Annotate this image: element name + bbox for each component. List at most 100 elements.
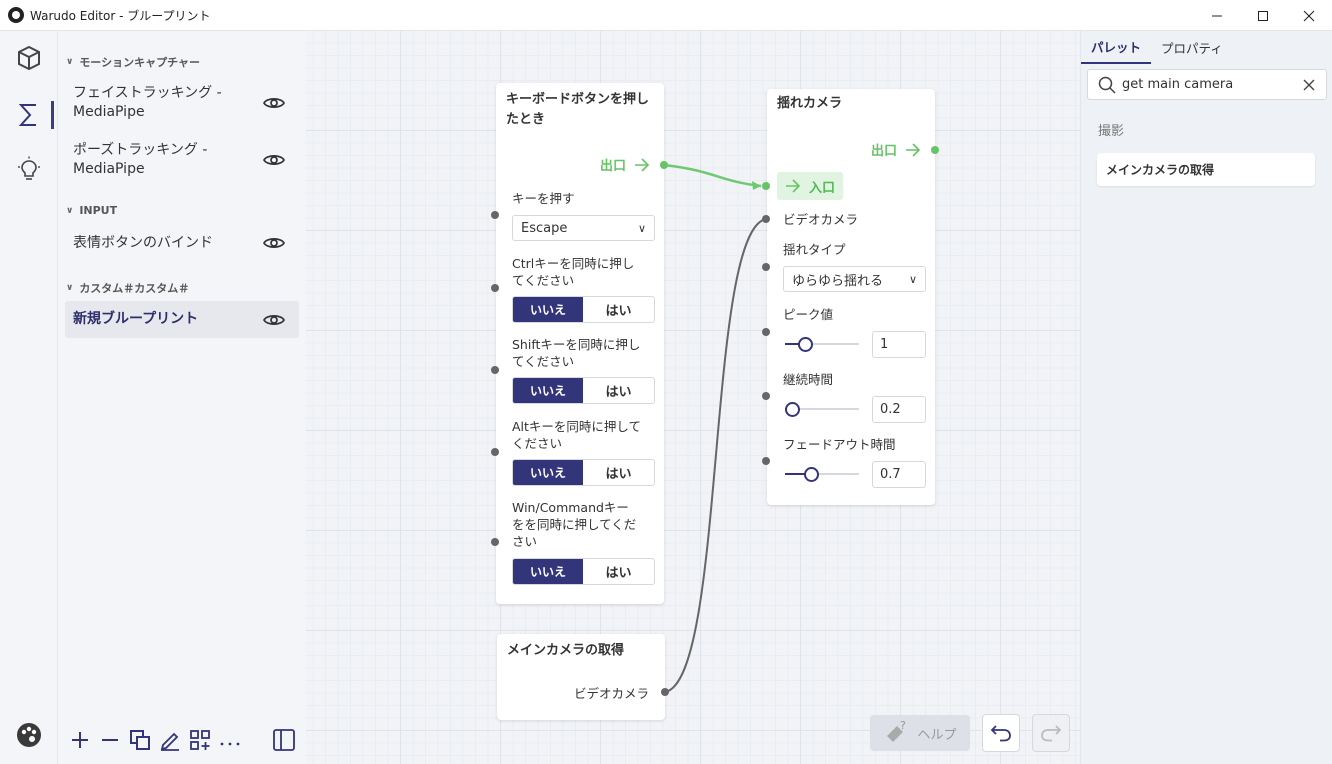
exit-port[interactable] bbox=[660, 161, 668, 169]
panel-tabs: パレット プロパティ bbox=[1081, 31, 1332, 64]
title-bar: Warudo Editor - ブループリント bbox=[0, 0, 1332, 31]
help-icon: ? bbox=[887, 720, 906, 742]
rail-blueprint-button[interactable] bbox=[0, 91, 58, 139]
blueprint-sidebar: ∨ モーションキャプチャー フェイストラッキング - MediaPipe ポーズ… bbox=[58, 31, 306, 764]
redo-button[interactable] bbox=[1032, 714, 1070, 752]
close-window-button[interactable] bbox=[1286, 0, 1332, 31]
duration-input-port[interactable] bbox=[762, 392, 770, 400]
toggle-no-option[interactable]: いいえ bbox=[513, 559, 583, 584]
shake-type-input-port[interactable] bbox=[762, 263, 770, 271]
sidebar-item-expression-binding[interactable]: 表情ボタンのバインド bbox=[65, 229, 299, 257]
fade-field-label: フェードアウト時間 bbox=[783, 437, 896, 452]
shift-input-port[interactable] bbox=[491, 366, 499, 374]
node-shake-camera[interactable]: 揺れカメラ 出口 入口 ビデオカメラ 揺れタイプ ゆらゆら揺れる ∨ ピーク値 … bbox=[767, 89, 935, 505]
node-title: メインカメラの取得 bbox=[507, 643, 625, 658]
rail-scene-button[interactable] bbox=[0, 34, 58, 82]
duration-value-input[interactable]: 0.2 bbox=[872, 396, 926, 423]
tab-palette[interactable]: パレット bbox=[1081, 31, 1152, 64]
alt-input-port[interactable] bbox=[491, 448, 499, 456]
toggle-yes-option[interactable]: はい bbox=[583, 460, 654, 485]
toggle-yes-option[interactable]: はい bbox=[583, 297, 654, 322]
undo-button[interactable] bbox=[982, 714, 1020, 752]
slider-knob[interactable] bbox=[785, 402, 800, 417]
duplicate-button[interactable] bbox=[128, 728, 152, 752]
more-button[interactable] bbox=[218, 728, 242, 752]
blueprint-canvas[interactable]: キーボードボタンを押したとき 出口 キーを押す Escape ∨ Ctrlキーを… bbox=[306, 31, 1080, 764]
camera-output-label: ビデオカメラ bbox=[573, 686, 649, 701]
toggle-yes-option[interactable]: はい bbox=[583, 378, 654, 403]
win-toggle[interactable]: いいえ はい bbox=[512, 558, 655, 585]
svg-text:?: ? bbox=[900, 720, 906, 732]
key-input-port[interactable] bbox=[491, 211, 499, 219]
toggle-yes-option[interactable]: はい bbox=[583, 559, 654, 584]
lightbulb-icon bbox=[18, 156, 40, 180]
fade-slider[interactable] bbox=[785, 464, 859, 484]
rail-settings-button[interactable] bbox=[0, 711, 58, 759]
panel-icon bbox=[273, 729, 295, 751]
enter-port[interactable] bbox=[762, 182, 770, 190]
node-get-main-camera[interactable]: メインカメラの取得 ビデオカメラ bbox=[497, 634, 665, 720]
camera-field-label: ビデオカメラ bbox=[783, 212, 859, 227]
slider-knob[interactable] bbox=[804, 467, 820, 482]
node-keyboard-pressed[interactable]: キーボードボタンを押したとき 出口 キーを押す Escape ∨ Ctrlキーを… bbox=[496, 83, 664, 604]
sidebar-item-face-tracking[interactable]: フェイストラッキング - MediaPipe bbox=[65, 83, 299, 123]
sidebar-item-label: ポーズトラッキング - MediaPipe bbox=[73, 142, 208, 177]
exit-flow-output: 出口 bbox=[600, 155, 650, 174]
ctrl-toggle[interactable]: いいえ はい bbox=[512, 296, 655, 323]
peak-field-label: ピーク値 bbox=[783, 307, 834, 322]
section-header-input[interactable]: ∨ INPUT bbox=[66, 204, 117, 217]
key-select[interactable]: Escape ∨ bbox=[512, 215, 655, 241]
peak-slider[interactable] bbox=[785, 334, 859, 354]
toggle-no-option[interactable]: いいえ bbox=[513, 378, 583, 403]
minimize-button[interactable] bbox=[1194, 0, 1240, 31]
chevron-down-icon: ∨ bbox=[66, 205, 74, 216]
eye-icon[interactable] bbox=[263, 312, 285, 328]
sidebar-item-label: フェイストラッキング - MediaPipe bbox=[73, 85, 222, 120]
eye-icon[interactable] bbox=[263, 95, 285, 111]
sidebar-item-pose-tracking[interactable]: ポーズトラッキング - MediaPipe bbox=[65, 140, 299, 180]
shift-toggle[interactable]: いいえ はい bbox=[512, 377, 655, 404]
help-button[interactable]: ? ヘルプ bbox=[870, 715, 970, 751]
add-grid-button[interactable] bbox=[188, 728, 212, 752]
fade-value-input[interactable]: 0.7 bbox=[872, 461, 926, 488]
exit-port[interactable] bbox=[931, 146, 939, 154]
win-input-port[interactable] bbox=[491, 538, 499, 546]
add-button[interactable] bbox=[68, 728, 92, 752]
search-input[interactable] bbox=[1122, 77, 1292, 92]
enter-label: 入口 bbox=[809, 180, 836, 196]
shake-type-label: 揺れタイプ bbox=[783, 242, 846, 257]
app-logo-icon bbox=[8, 7, 24, 23]
section-header-custom[interactable]: ∨ カスタム＃カスタム＃ bbox=[66, 280, 189, 296]
clear-search-icon[interactable] bbox=[1303, 79, 1315, 91]
peak-input-port[interactable] bbox=[762, 328, 770, 336]
redo-icon bbox=[1041, 725, 1062, 742]
slider-knob[interactable] bbox=[797, 337, 813, 352]
alt-toggle[interactable]: いいえ はい bbox=[512, 459, 655, 486]
alt-field-label: Altキーを同時に押してください bbox=[512, 419, 642, 451]
camera-output-port[interactable] bbox=[661, 688, 669, 696]
toggle-no-option[interactable]: いいえ bbox=[513, 460, 583, 485]
camera-input-port[interactable] bbox=[762, 215, 770, 223]
palette-result-item[interactable]: メインカメラの取得 bbox=[1097, 153, 1315, 186]
eye-icon[interactable] bbox=[263, 235, 285, 251]
duration-slider[interactable] bbox=[785, 399, 859, 419]
maximize-button[interactable] bbox=[1240, 0, 1286, 31]
ctrl-input-port[interactable] bbox=[491, 284, 499, 292]
shift-field-label: Shiftキーを同時に押してください bbox=[512, 337, 641, 369]
rail-ideas-button[interactable] bbox=[0, 145, 58, 193]
fade-input-port[interactable] bbox=[762, 457, 770, 465]
arrow-right-icon bbox=[906, 142, 921, 157]
sidebar-item-new-blueprint[interactable]: 新規ブループリント bbox=[65, 301, 299, 338]
tab-properties[interactable]: プロパティ bbox=[1151, 31, 1233, 64]
eye-icon[interactable] bbox=[263, 152, 285, 168]
arrow-right-icon bbox=[635, 157, 650, 172]
section-label: カスタム＃カスタム＃ bbox=[79, 282, 190, 295]
peak-value-input[interactable]: 1 bbox=[872, 331, 926, 358]
shake-type-select[interactable]: ゆらゆら揺れる ∨ bbox=[783, 266, 926, 292]
toggle-no-option[interactable]: いいえ bbox=[513, 297, 583, 322]
sidebar-toolbar bbox=[58, 716, 306, 764]
remove-button[interactable] bbox=[98, 728, 122, 752]
collapse-panel-button[interactable] bbox=[272, 728, 296, 752]
section-header-motion[interactable]: ∨ モーションキャプチャー bbox=[66, 54, 200, 70]
rename-button[interactable] bbox=[158, 728, 182, 752]
